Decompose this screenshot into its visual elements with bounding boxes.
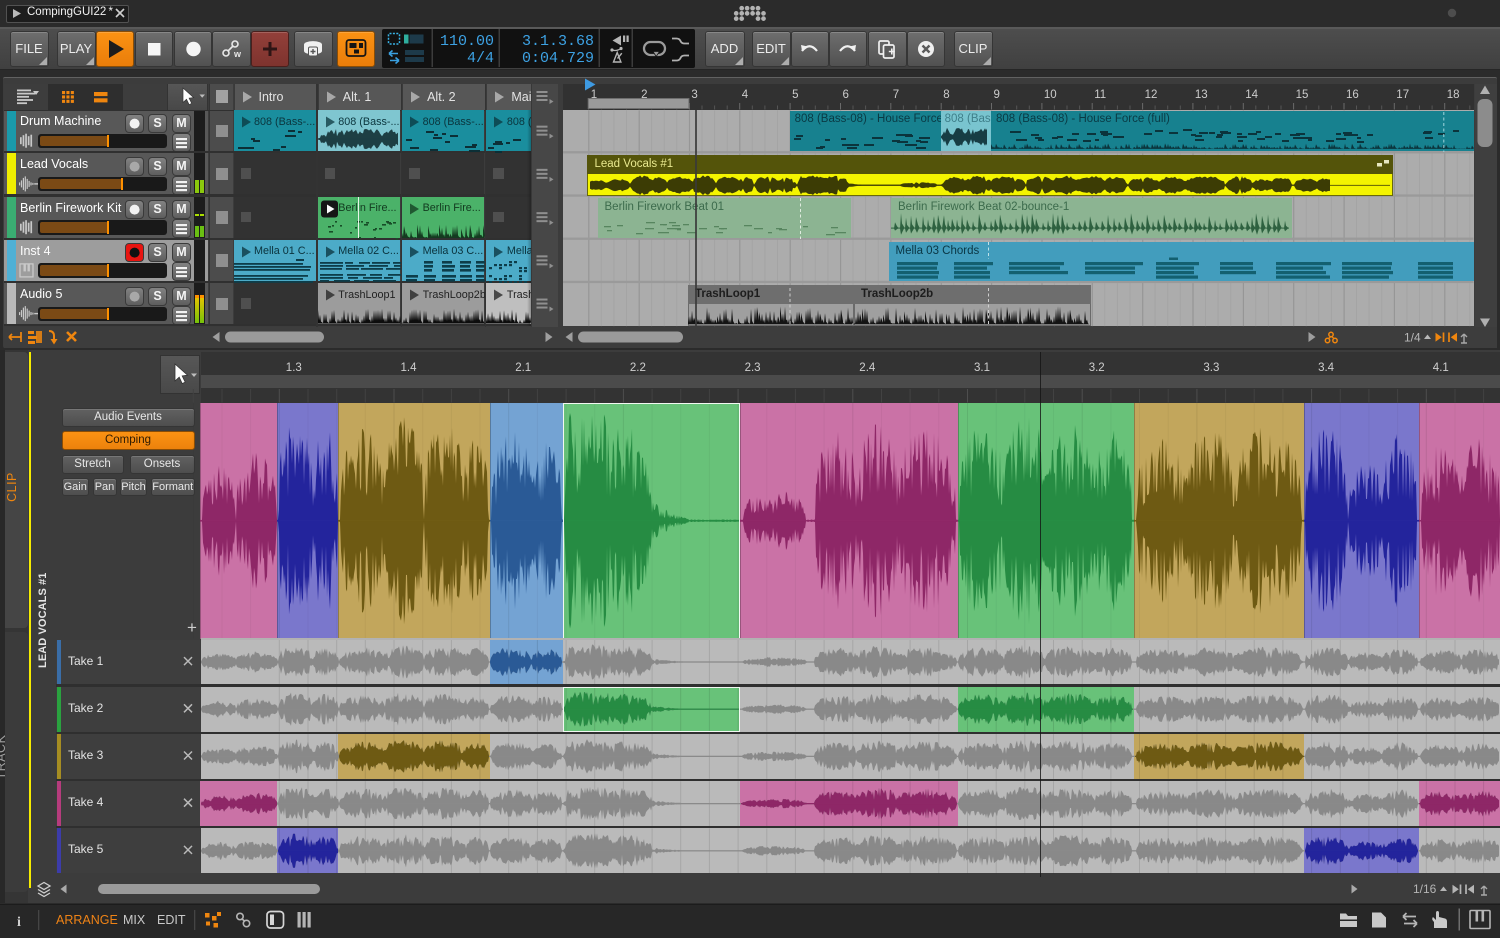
svg-text:EDIT: EDIT bbox=[157, 913, 186, 927]
svg-text:i: i bbox=[17, 915, 21, 930]
svg-text:MIX: MIX bbox=[123, 913, 146, 927]
svg-text:ARRANGE: ARRANGE bbox=[56, 913, 118, 927]
